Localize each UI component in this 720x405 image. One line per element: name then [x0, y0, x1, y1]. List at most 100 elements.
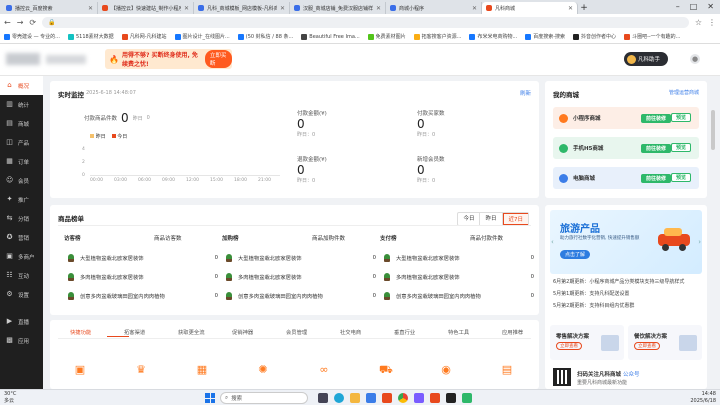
- view-now-button[interactable]: 立即查看: [556, 342, 582, 350]
- shop-entry[interactable]: 手机H5商城 前往装修 预览: [553, 137, 699, 159]
- maximize-icon[interactable]: □: [690, 2, 698, 11]
- sidebar-item[interactable]: ☺ 会员: [0, 171, 43, 190]
- bookmark-item[interactable]: 斗圈吧--一个有趣的...: [624, 33, 680, 40]
- gear-icon[interactable]: ✺: [257, 364, 269, 376]
- app-icon-4[interactable]: [446, 393, 456, 403]
- period-tab[interactable]: 昨日: [480, 213, 503, 225]
- preview-button[interactable]: 预览: [670, 173, 691, 182]
- grid-icon[interactable]: ▦: [196, 364, 208, 376]
- quick-tab[interactable]: 促销神器: [232, 328, 253, 336]
- menu-icon[interactable]: ⋮: [708, 18, 716, 27]
- task-view-icon[interactable]: [318, 393, 328, 403]
- close-tab-icon[interactable]: ✕: [88, 5, 93, 12]
- table-row[interactable]: 多肉植物盆栽北欧家居装饰 0: [226, 273, 376, 281]
- quick-tab[interactable]: 应用推荐: [502, 328, 523, 336]
- user-icon[interactable]: ●: [690, 54, 700, 64]
- preview-button[interactable]: 预览: [670, 143, 691, 152]
- bookmark-item[interactable]: 百度搜索-搜索: [525, 33, 565, 40]
- bookmark-item[interactable]: 布米米电商购物...: [469, 33, 517, 40]
- bookmark-item[interactable]: 零壳建设 — 专业的...: [4, 33, 60, 40]
- assistant-button[interactable]: 凡科助手: [624, 52, 668, 66]
- close-tab-icon[interactable]: ✕: [280, 5, 285, 12]
- period-tab[interactable]: 今日: [458, 213, 481, 225]
- start-icon[interactable]: [205, 393, 215, 403]
- forward-icon[interactable]: →: [17, 18, 24, 27]
- bookmark-item[interactable]: 图片设计_在线图片...: [174, 33, 230, 40]
- table-row[interactable]: 多肉植物盆栽北欧家居装饰 0: [384, 273, 534, 281]
- quick-tab[interactable]: 社交电商: [340, 328, 361, 336]
- period-tab[interactable]: 近7日: [502, 213, 528, 225]
- solution-card[interactable]: 零售解决方案 立即查看: [550, 325, 624, 360]
- sidebar-item[interactable]: ▥ 统计: [0, 95, 43, 114]
- taskbar-clock[interactable]: 14:48 2025/6/18: [690, 391, 716, 405]
- coin-icon[interactable]: ◉: [440, 364, 452, 376]
- bookmark-item[interactable]: 5118素材大数据: [67, 33, 114, 40]
- crown-icon[interactable]: ♛: [135, 364, 147, 376]
- sidebar-item[interactable]: ▣ 多商户: [0, 247, 43, 266]
- preview-button[interactable]: 预览: [670, 113, 691, 122]
- taskbar-search[interactable]: ⌕ 搜索: [220, 392, 308, 404]
- app-icon-5[interactable]: [462, 393, 472, 403]
- weather-widget[interactable]: 30°C 多云: [4, 391, 16, 405]
- sidebar-item[interactable]: ▤ 商城: [0, 114, 43, 133]
- reload-icon[interactable]: ⟳: [29, 18, 36, 27]
- quick-tab[interactable]: 快捷功能: [70, 328, 91, 336]
- browser-tab[interactable]: 商城小程序 ✕: [386, 2, 482, 14]
- quick-tab[interactable]: 特色工具: [448, 328, 469, 336]
- go-decorate-button[interactable]: 前往装修: [640, 174, 671, 183]
- bookmark-item[interactable]: 凡科网-凡科建站: [121, 33, 167, 40]
- browser-tab[interactable]: 凡科商城 ✕: [482, 2, 578, 14]
- shop-entry[interactable]: 小程序商城 前往装修 预览: [553, 107, 699, 129]
- view-now-button[interactable]: 立即查看: [634, 342, 660, 350]
- promo-card[interactable]: 旅游产品 助力旅行社数字化营销, 快速提升销售额 点击了解 ‹ ›: [550, 210, 702, 274]
- sidebar-item[interactable]: ⌂ 概况: [0, 76, 43, 95]
- quick-tab[interactable]: 会员管理: [286, 328, 307, 336]
- bookmark-item[interactable]: Beautiful Free Ima...: [301, 33, 360, 40]
- close-window-icon[interactable]: ✕: [707, 2, 714, 11]
- scrollbar[interactable]: [711, 110, 715, 150]
- solution-card[interactable]: 餐饮解决方案 立即查看: [628, 325, 702, 360]
- update-item[interactable]: 5月第2期更新：支持科目组内优惠群: [553, 302, 703, 309]
- bookmark-item[interactable]: 免费素材图片: [367, 33, 406, 40]
- sidebar-item[interactable]: ▦ 订单: [0, 152, 43, 171]
- browser-tab[interactable]: 播控云_百度搜索 ✕: [2, 2, 98, 14]
- follow-link[interactable]: 公众号: [623, 372, 640, 378]
- table-row[interactable]: 创意多肉盆栽玻璃田园室内肉肉植物 0: [68, 292, 218, 300]
- bookmark-item[interactable]: 拓客搜客户资源...: [413, 33, 461, 40]
- shop-entry[interactable]: 电脑商城 前往装修 预览: [553, 167, 699, 189]
- refresh-link[interactable]: 刷新: [520, 89, 531, 97]
- new-tab-button[interactable]: +: [578, 2, 590, 14]
- carousel-prev-icon[interactable]: ‹: [551, 238, 554, 246]
- back-icon[interactable]: ←: [4, 18, 11, 27]
- app-icon-3[interactable]: [430, 393, 440, 403]
- sidebar-item[interactable]: ✦ 推广: [0, 190, 43, 209]
- sidebar-item[interactable]: ⇆ 分销: [0, 209, 43, 228]
- store-icon[interactable]: [366, 393, 376, 403]
- message-icon[interactable]: ▤: [501, 364, 513, 376]
- update-item[interactable]: 6月第2期更新：小程序商城产品分类模块支持三级导航样式: [553, 278, 703, 285]
- promo-banner[interactable]: 🔥 用得不够? 买断终身使用, 免续费之忧! 立即买断: [105, 49, 232, 69]
- close-tab-icon[interactable]: ✕: [568, 5, 573, 12]
- sidebar-item[interactable]: ✪ 营销: [0, 228, 43, 247]
- table-row[interactable]: 大型植物盆栽北欧家居装饰 0: [384, 254, 534, 262]
- edge-icon[interactable]: [334, 393, 344, 403]
- sidebar-item[interactable]: ▩ 应用: [0, 331, 43, 350]
- browser-tab[interactable]: 【播控云】快速建站_制作小程序 ✕: [98, 2, 194, 14]
- link-icon[interactable]: ∞: [318, 364, 330, 376]
- file-explorer-icon[interactable]: [350, 393, 360, 403]
- table-row[interactable]: 创意多肉盆栽玻璃田园室内肉肉植物 0: [226, 292, 376, 300]
- browser-tab[interactable]: 汉服_商城店铺_免费汉服店铺样式 ✕: [290, 2, 386, 14]
- sidebar-item[interactable]: ☷ 互动: [0, 266, 43, 285]
- table-row[interactable]: 大型植物盆栽北欧家居装饰 0: [68, 254, 218, 262]
- manage-shop-link[interactable]: 管理运营商城: [669, 89, 699, 96]
- sidebar-item[interactable]: ◫ 产品: [0, 133, 43, 152]
- bookmark-item[interactable]: (50 封私信 / 88 条...: [237, 33, 293, 40]
- sidebar-item[interactable]: ⚙ 设置: [0, 285, 43, 304]
- close-tab-icon[interactable]: ✕: [472, 5, 477, 12]
- carousel-next-icon[interactable]: ›: [698, 238, 701, 246]
- table-row[interactable]: 创意多肉盆栽玻璃田园室内肉肉植物 0: [384, 292, 534, 300]
- learn-more-button[interactable]: 点击了解: [560, 250, 591, 259]
- table-row[interactable]: 大型植物盆栽北欧家居装饰 0: [226, 254, 376, 262]
- quick-tab[interactable]: 获取更全流: [178, 328, 205, 336]
- quick-tab[interactable]: 垂直行业: [394, 328, 415, 336]
